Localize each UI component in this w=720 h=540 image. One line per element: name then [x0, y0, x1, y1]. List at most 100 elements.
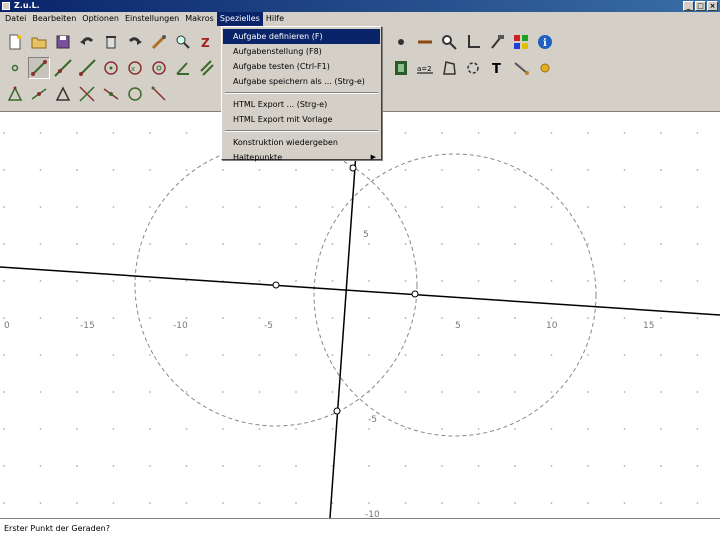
zoom-tool-icon[interactable]	[172, 31, 194, 53]
close-button[interactable]: ×	[707, 1, 718, 11]
segment-icon[interactable]	[28, 57, 50, 79]
ray-icon[interactable]	[76, 57, 98, 79]
grid-dot	[550, 243, 553, 245]
grid-dot	[3, 428, 5, 430]
menuitem-haltepunkte[interactable]: Haltepunkte ▶	[223, 150, 380, 165]
info-icon[interactable]: i	[534, 31, 556, 53]
arc-icon[interactable]	[462, 57, 484, 79]
circle-right[interactable]	[313, 153, 597, 437]
grid-dot	[39, 391, 42, 393]
open-folder-icon[interactable]	[28, 31, 50, 53]
menu-datei[interactable]: Datei	[2, 12, 29, 26]
compass-icon[interactable]	[100, 83, 122, 105]
circle-three-icon[interactable]: x	[124, 57, 146, 79]
grid-dot	[623, 354, 626, 356]
delete-icon[interactable]	[100, 31, 122, 53]
hammer-icon[interactable]	[486, 31, 508, 53]
menuitem-aufgabe-definieren[interactable]: Aufgabe definieren (F)	[223, 29, 380, 44]
polygon-icon[interactable]	[438, 57, 460, 79]
x-tick-10: 10	[546, 321, 558, 331]
menu-makros[interactable]: Makros	[182, 12, 217, 26]
parallel-icon[interactable]	[196, 57, 218, 79]
tool-icon[interactable]	[510, 57, 532, 79]
construction-svg[interactable]: 0 -15 -10 -5 5 10 15 5 -5 -10	[0, 113, 720, 518]
menuitem-aufgabe-testen[interactable]: Aufgabe testen (Ctrl-F1)	[223, 59, 380, 74]
menu-hilfe[interactable]: Hilfe	[263, 12, 287, 26]
circle-icon[interactable]	[100, 57, 122, 79]
midpoint-icon[interactable]	[28, 83, 50, 105]
grid-dot	[441, 280, 443, 282]
menu-spezielles[interactable]: Spezielles	[216, 12, 263, 26]
svg-text:Z: Z	[201, 36, 210, 50]
point-a[interactable]	[272, 281, 280, 289]
film-icon[interactable]	[390, 57, 412, 79]
intersection-icon[interactable]	[76, 83, 98, 105]
point-style-icon[interactable]	[390, 31, 412, 53]
circle-fixed-icon[interactable]	[148, 57, 170, 79]
minimize-button[interactable]: _	[683, 1, 694, 11]
edit-tool-icon[interactable]	[148, 31, 170, 53]
grid-dot	[477, 354, 480, 356]
grid-dot	[185, 280, 188, 282]
y-tick-neg5: -5	[368, 415, 377, 425]
axes-icon[interactable]	[462, 31, 484, 53]
grid-dot	[295, 206, 297, 208]
grid-dot	[477, 169, 480, 171]
sun-icon[interactable]	[534, 57, 556, 79]
grid-dot	[477, 428, 480, 430]
line-vertical[interactable]	[329, 152, 357, 518]
menuitem-html-export-vorlage[interactable]: HTML Export mit Vorlage	[223, 112, 380, 127]
grid-dot	[112, 317, 115, 319]
menuitem-aufgabe-speichern[interactable]: Aufgabe speichern als ... (Strg-e)	[223, 74, 380, 89]
x-tick-0: 0	[4, 321, 10, 331]
grid-dot	[185, 317, 188, 319]
drawing-canvas[interactable]: 0 -15 -10 -5 5 10 15 5 -5 -10	[0, 113, 720, 518]
grid-dot	[149, 132, 151, 134]
menu-einstellungen[interactable]: Einstellungen	[122, 12, 182, 26]
line-style-icon[interactable]	[414, 31, 436, 53]
angle-icon[interactable]	[172, 57, 194, 79]
undo-icon[interactable]	[76, 31, 98, 53]
zoom-in-icon[interactable]	[438, 31, 460, 53]
grid-dot	[660, 354, 662, 356]
maximize-button[interactable]: □	[695, 1, 706, 11]
new-file-icon[interactable]	[4, 31, 26, 53]
perpendicular-icon[interactable]	[52, 83, 74, 105]
macro-icon[interactable]	[148, 83, 170, 105]
point-d[interactable]	[333, 407, 341, 415]
text-t-icon[interactable]: T	[486, 57, 508, 79]
grid-dot	[222, 428, 224, 430]
grid-dot	[331, 317, 334, 319]
grid-dot	[295, 280, 297, 282]
grid-dot	[3, 317, 5, 319]
menuitem-aufgabenstellung[interactable]: Aufgabenstellung (F8)	[223, 44, 380, 59]
menuitem-konstruktion-wiedergeben[interactable]: Konstruktion wiedergeben	[223, 135, 380, 150]
grid-dot	[3, 502, 5, 504]
grid-dot	[550, 391, 553, 393]
point-icon[interactable]	[4, 57, 26, 79]
grid-dot	[404, 206, 407, 208]
grid-dot	[112, 206, 115, 208]
redo-icon[interactable]	[124, 31, 146, 53]
menu-bar: Datei Bearbeiten Optionen Einstellungen …	[0, 12, 720, 26]
text-tool-icon[interactable]: Z	[196, 31, 218, 53]
line-icon[interactable]	[52, 57, 74, 79]
point-c[interactable]	[349, 164, 357, 172]
y-tick-neg10: -10	[365, 510, 380, 518]
grid-dot	[696, 465, 699, 467]
point-b[interactable]	[411, 290, 419, 298]
menu-bearbeiten[interactable]: Bearbeiten	[29, 12, 79, 26]
grid-dot	[112, 169, 115, 171]
expression-icon[interactable]: a=2	[414, 57, 436, 79]
color-grid-icon[interactable]	[510, 31, 532, 53]
menuitem-html-export[interactable]: HTML Export ... (Strg-e)	[223, 97, 380, 112]
grid-dot	[39, 169, 42, 171]
grid-dot	[258, 169, 261, 171]
save-disk-icon[interactable]	[52, 31, 74, 53]
grid-dot	[258, 317, 261, 319]
triangle-icon[interactable]	[4, 83, 26, 105]
x-tick-neg10: -10	[173, 321, 188, 331]
grid-dot	[112, 132, 115, 134]
menu-optionen[interactable]: Optionen	[79, 12, 122, 26]
circle-tool-icon[interactable]	[124, 83, 146, 105]
